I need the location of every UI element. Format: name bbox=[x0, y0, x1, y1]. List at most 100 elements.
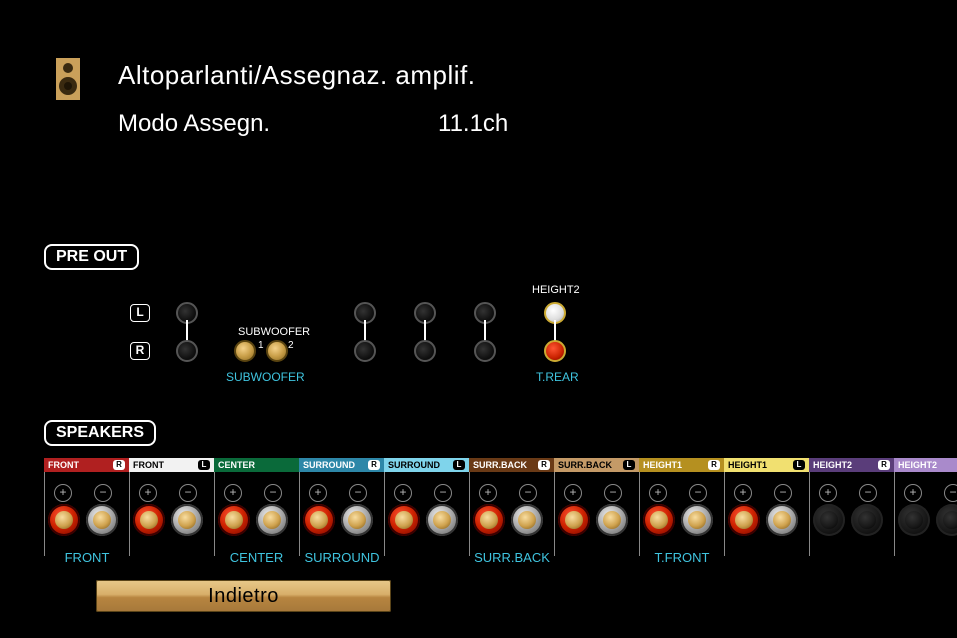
speaker-terminal bbox=[256, 504, 288, 536]
polarity-minus-icon: − bbox=[519, 484, 537, 502]
speaker-col-3: SURROUNDR+− bbox=[299, 458, 384, 472]
divider-line bbox=[44, 472, 45, 556]
speaker-header: SURR.BACKL bbox=[554, 458, 639, 472]
rca-jack-gold bbox=[266, 340, 288, 362]
polarity-minus-icon: − bbox=[264, 484, 282, 502]
assign-front: FRONT bbox=[2, 550, 172, 565]
polarity-minus-icon: − bbox=[944, 484, 957, 502]
polarity-plus-icon: + bbox=[904, 484, 922, 502]
speaker-header-channel: L bbox=[793, 460, 805, 470]
speaker-terminal bbox=[511, 504, 543, 536]
polarity-minus-icon: − bbox=[94, 484, 112, 502]
terminal-row bbox=[728, 504, 798, 536]
polarity-row: +− bbox=[54, 484, 112, 502]
speaker-col-9: HEIGHT2R+− bbox=[809, 458, 894, 472]
terminal-row bbox=[898, 504, 957, 536]
polarity-plus-icon: + bbox=[309, 484, 327, 502]
divider-line bbox=[214, 472, 215, 556]
rca-jack-red bbox=[544, 340, 566, 362]
speaker-terminal bbox=[48, 504, 80, 536]
speaker-col-2: CENTER+− bbox=[214, 458, 299, 472]
mode-label: Modo Assegn. bbox=[118, 110, 438, 138]
divider-line bbox=[639, 472, 640, 556]
divider-line bbox=[299, 472, 300, 556]
polarity-minus-icon: − bbox=[689, 484, 707, 502]
divider-line bbox=[129, 472, 130, 556]
speaker-terminal bbox=[473, 504, 505, 536]
terminal-row bbox=[643, 504, 713, 536]
polarity-row: +− bbox=[394, 484, 452, 502]
polarity-plus-icon: + bbox=[649, 484, 667, 502]
speaker-header-label: HEIGHT1 bbox=[643, 458, 682, 472]
speaker-col-0: FRONTR+− bbox=[44, 458, 129, 472]
polarity-row: +− bbox=[224, 484, 282, 502]
rca-jack bbox=[474, 340, 496, 362]
polarity-plus-icon: + bbox=[479, 484, 497, 502]
terminal-row bbox=[558, 504, 628, 536]
terminal-row bbox=[473, 504, 543, 536]
speaker-header-label: FRONT bbox=[48, 458, 79, 472]
speaker-terminal bbox=[388, 504, 420, 536]
rca-jack bbox=[176, 340, 198, 362]
speaker-header-channel: R bbox=[878, 460, 890, 470]
polarity-row: +− bbox=[734, 484, 792, 502]
subwoofer-num-2: 2 bbox=[288, 340, 294, 351]
speaker-header: HEIGHT2L bbox=[894, 458, 957, 472]
rca-jack bbox=[414, 340, 436, 362]
back-button[interactable]: Indietro bbox=[96, 580, 391, 612]
speaker-header: FRONTR bbox=[44, 458, 129, 472]
speaker-header-channel: R bbox=[708, 460, 720, 470]
speaker-terminal bbox=[936, 504, 957, 536]
speaker-terminal bbox=[643, 504, 675, 536]
polarity-plus-icon: + bbox=[564, 484, 582, 502]
polarity-plus-icon: + bbox=[394, 484, 412, 502]
polarity-minus-icon: − bbox=[179, 484, 197, 502]
divider-line bbox=[469, 472, 470, 556]
polarity-plus-icon: + bbox=[224, 484, 242, 502]
channel-badge-R: R bbox=[130, 342, 150, 360]
assign-surrback: SURR.BACK bbox=[427, 550, 597, 565]
speaker-header: SURR.BACKR bbox=[469, 458, 554, 472]
speaker-terminal bbox=[596, 504, 628, 536]
speaker-icon bbox=[56, 58, 80, 100]
terminal-row bbox=[218, 504, 288, 536]
section-badge-preout: PRE OUT bbox=[44, 244, 139, 270]
polarity-minus-icon: − bbox=[349, 484, 367, 502]
polarity-minus-icon: − bbox=[859, 484, 877, 502]
polarity-minus-icon: − bbox=[434, 484, 452, 502]
speaker-terminal bbox=[558, 504, 590, 536]
channel-badge-L: L bbox=[130, 304, 150, 322]
speaker-terminal bbox=[218, 504, 250, 536]
speaker-terminal bbox=[813, 504, 845, 536]
polarity-row: +− bbox=[904, 484, 957, 502]
assign-tfront: T.FRONT bbox=[597, 550, 767, 565]
speaker-header-label: SURROUND bbox=[388, 458, 440, 472]
speaker-header: CENTER bbox=[214, 458, 299, 472]
mode-row[interactable]: Modo Assegn. 11.1ch bbox=[118, 110, 508, 138]
terminal-row bbox=[133, 504, 203, 536]
speaker-terminal bbox=[728, 504, 760, 536]
speaker-header: HEIGHT1 R bbox=[639, 458, 724, 472]
polarity-row: +− bbox=[564, 484, 622, 502]
speaker-header-channel: L bbox=[453, 460, 465, 470]
speaker-header-channel: L bbox=[198, 460, 210, 470]
polarity-row: +− bbox=[309, 484, 367, 502]
speaker-header-label: HEIGHT1 bbox=[728, 458, 767, 472]
divider-line bbox=[554, 472, 555, 556]
speaker-terminal bbox=[426, 504, 458, 536]
speaker-header: SURROUND L bbox=[384, 458, 469, 472]
rca-jack bbox=[354, 340, 376, 362]
speaker-col-8: HEIGHT1L+− bbox=[724, 458, 809, 472]
terminal-row bbox=[303, 504, 373, 536]
polarity-row: +− bbox=[479, 484, 537, 502]
assign-surround: SURROUND bbox=[257, 550, 427, 565]
speaker-terminal bbox=[681, 504, 713, 536]
speaker-header: FRONTL bbox=[129, 458, 214, 472]
polarity-plus-icon: + bbox=[54, 484, 72, 502]
subwoofer-num-1: 1 bbox=[258, 340, 264, 351]
speaker-terminal bbox=[171, 504, 203, 536]
divider-line bbox=[894, 472, 895, 556]
speaker-header: HEIGHT2R bbox=[809, 458, 894, 472]
preout-area: L R SUBWOOFER 1 2 SUBWOOFER bbox=[130, 290, 750, 400]
page-title: Altoparlanti/Assegnaz. amplif. bbox=[118, 60, 476, 91]
